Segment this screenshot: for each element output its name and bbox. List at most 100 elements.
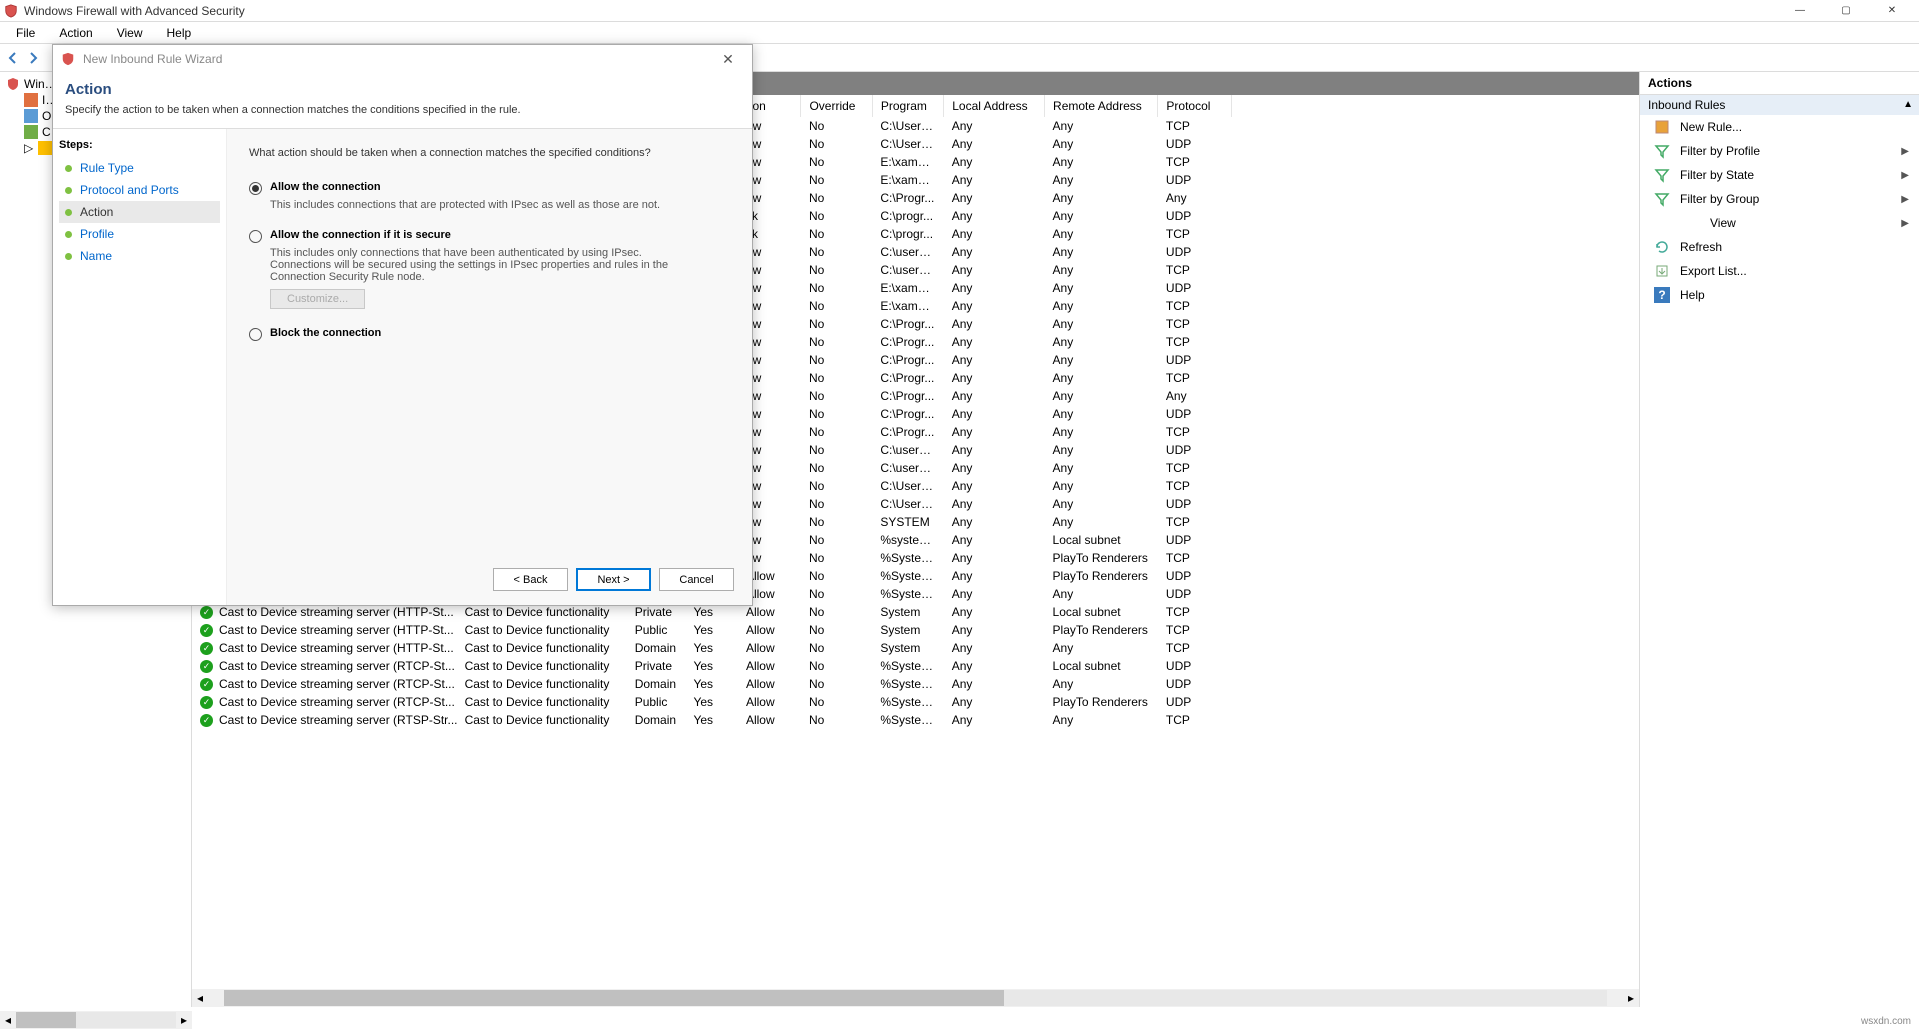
radio-label: Block the connection [270, 327, 381, 339]
action-filter-by-group[interactable]: Filter by Group▶ [1640, 187, 1919, 211]
blank-icon [1684, 215, 1700, 231]
radio-row[interactable]: Block the connection [249, 327, 730, 341]
actions-subtitle: Inbound Rules ▲ [1640, 95, 1919, 115]
action-view[interactable]: View ▶ [1640, 211, 1919, 235]
menu-file[interactable]: File [6, 24, 45, 42]
radio-description: This includes connections that are prote… [270, 199, 700, 211]
scroll-left-icon[interactable]: ◂ [0, 1013, 16, 1027]
step-label: Action [80, 205, 113, 219]
radio-button[interactable] [249, 328, 262, 341]
horizontal-scrollbar[interactable]: ◂ ▸ [192, 989, 1639, 1007]
step-protocol-and-ports[interactable]: Protocol and Ports [59, 179, 220, 201]
step-profile[interactable]: Profile [59, 223, 220, 245]
table-row[interactable]: ✓Cast to Device streaming server (RTCP-S… [192, 657, 1232, 675]
radio-button[interactable] [249, 182, 262, 195]
actions-header: Actions [1640, 72, 1919, 95]
action-label: View [1710, 216, 1736, 230]
inbound-rules-icon [24, 93, 38, 107]
column-header[interactable]: Program [872, 95, 943, 117]
dialog-body: Action Specify the action to be taken wh… [53, 73, 752, 605]
table-row[interactable]: ✓Cast to Device streaming server (RTCP-S… [192, 693, 1232, 711]
enabled-check-icon: ✓ [200, 714, 213, 727]
table-row[interactable]: ✓Cast to Device streaming server (RTSP-S… [192, 711, 1232, 729]
radio-option: Block the connection [249, 327, 730, 341]
minimize-button[interactable]: — [1777, 0, 1823, 22]
scroll-thumb[interactable] [224, 990, 1004, 1006]
step-label: Rule Type [80, 161, 134, 175]
table-row[interactable]: ✓Cast to Device streaming server (RTCP-S… [192, 675, 1232, 693]
firewall-shield-icon [4, 4, 18, 18]
close-button[interactable]: ✕ [1869, 0, 1915, 22]
back-button[interactable]: < Back [493, 568, 568, 591]
svg-text:?: ? [1658, 288, 1665, 302]
step-action: Action [59, 201, 220, 223]
column-header[interactable]: Remote Address [1045, 95, 1158, 117]
step-rule-type[interactable]: Rule Type [59, 157, 220, 179]
filter-icon [1654, 191, 1670, 207]
step-label: Profile [80, 227, 114, 241]
action-new-rule-[interactable]: New Rule... [1640, 115, 1919, 139]
customize-button: Customize... [270, 289, 365, 309]
action-label: Filter by State [1680, 168, 1754, 182]
menu-view[interactable]: View [107, 24, 153, 42]
steps-label: Steps: [59, 139, 220, 151]
export-icon [1654, 263, 1670, 279]
column-header[interactable]: Override [801, 95, 872, 117]
action-export-list-[interactable]: Export List... [1640, 259, 1919, 283]
scroll-left-icon[interactable]: ◂ [192, 991, 208, 1005]
menu-action[interactable]: Action [49, 24, 102, 42]
column-header[interactable]: Local Address [944, 95, 1045, 117]
enabled-check-icon: ✓ [200, 606, 213, 619]
action-label: Filter by Profile [1680, 144, 1760, 158]
nav-forward-icon[interactable] [24, 49, 42, 67]
step-bullet-icon [65, 209, 72, 216]
cancel-button[interactable]: Cancel [659, 568, 734, 591]
window-title: Windows Firewall with Advanced Security [24, 4, 245, 18]
dialog-subheading: Specify the action to be taken when a co… [65, 104, 740, 116]
action-label: Filter by Group [1680, 192, 1759, 206]
menu-help[interactable]: Help [157, 24, 202, 42]
dialog-prompt: What action should be taken when a conne… [249, 147, 730, 159]
step-label: Protocol and Ports [80, 183, 179, 197]
dialog-heading-text: Action [65, 81, 740, 98]
next-button[interactable]: Next > [576, 568, 651, 591]
chevron-right-icon: ▶ [1901, 146, 1909, 157]
table-row[interactable]: ✓Cast to Device streaming server (HTTP-S… [192, 639, 1232, 657]
radio-label: Allow the connection if it is secure [270, 229, 451, 241]
radio-label: Allow the connection [270, 181, 381, 193]
radio-option: Allow the connection This includes connec… [249, 181, 730, 211]
scroll-right-icon[interactable]: ▸ [176, 1013, 192, 1027]
chevron-right-icon: ▶ [1901, 170, 1909, 181]
action-refresh[interactable]: Refresh [1640, 235, 1919, 259]
scroll-thumb[interactable] [16, 1012, 76, 1028]
radio-row[interactable]: Allow the connection if it is secure [249, 229, 730, 243]
tree-scrollbar[interactable]: ◂ ▸ [0, 1011, 192, 1029]
scroll-track[interactable] [16, 1012, 176, 1028]
action-help[interactable]: ?Help [1640, 283, 1919, 307]
action-filter-by-profile[interactable]: Filter by Profile ▶ [1640, 139, 1919, 163]
action-filter-by-state[interactable]: Filter by State ▶ [1640, 163, 1919, 187]
maximize-button[interactable]: ▢ [1823, 0, 1869, 22]
scroll-right-icon[interactable]: ▸ [1623, 991, 1639, 1005]
action-label: New Rule... [1680, 120, 1742, 134]
step-bullet-icon [65, 165, 72, 172]
dialog-title-bar[interactable]: New Inbound Rule Wizard ✕ [53, 45, 752, 73]
step-bullet-icon [65, 187, 72, 194]
collapse-icon[interactable]: ▲ [1903, 99, 1913, 110]
connection-security-icon [24, 125, 38, 139]
action-label: Export List... [1680, 264, 1747, 278]
column-header[interactable]: Protocol [1158, 95, 1232, 117]
table-row[interactable]: ✓Cast to Device streaming server (HTTP-S… [192, 621, 1232, 639]
radio-button[interactable] [249, 230, 262, 243]
step-bullet-icon [65, 253, 72, 260]
dialog-close-button[interactable]: ✕ [712, 51, 744, 68]
dialog-content: What action should be taken when a conne… [227, 129, 752, 605]
nav-back-icon[interactable] [4, 49, 22, 67]
scroll-track[interactable] [224, 990, 1607, 1006]
step-name[interactable]: Name [59, 245, 220, 267]
enabled-check-icon: ✓ [200, 624, 213, 637]
expand-icon[interactable]: ▷ [24, 141, 34, 155]
new-icon [1654, 119, 1670, 135]
radio-row[interactable]: Allow the connection [249, 181, 730, 195]
chevron-right-icon: ▶ [1901, 218, 1909, 229]
